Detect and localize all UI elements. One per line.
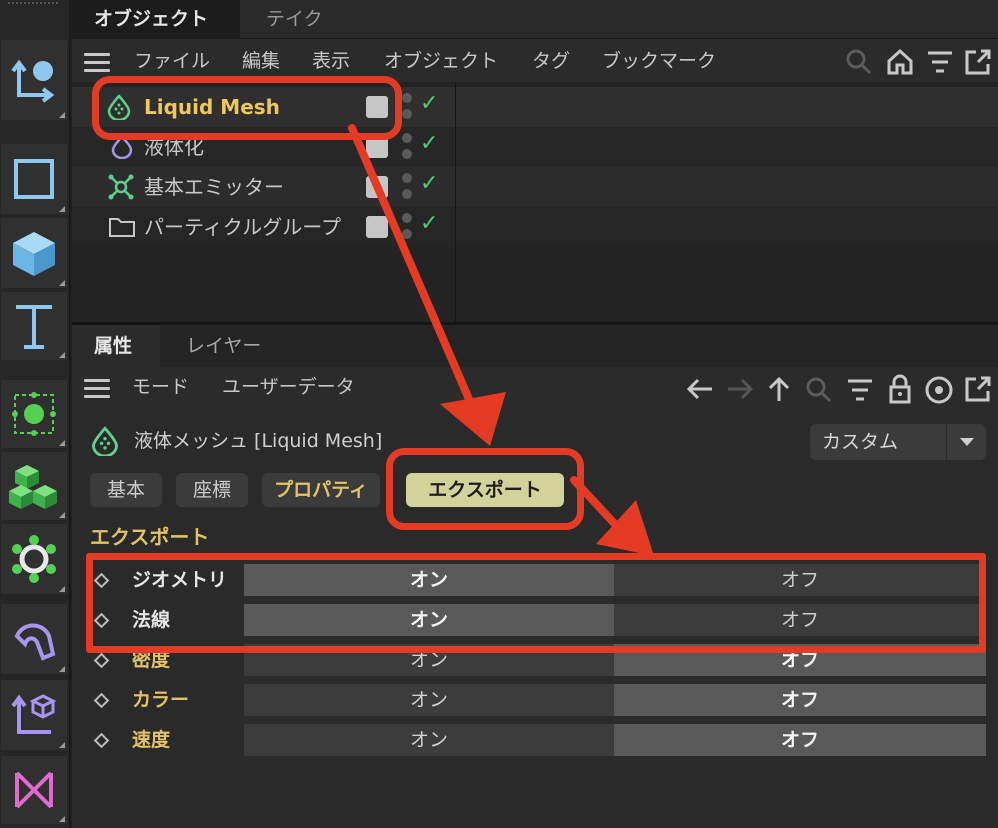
search-icon[interactable] <box>846 49 872 75</box>
on-button[interactable]: オン <box>244 724 614 756</box>
tab-coordinates[interactable]: 座標 <box>176 473 248 507</box>
toolbar-grip[interactable] <box>8 2 58 6</box>
search-icon[interactable] <box>806 377 832 403</box>
enabled-checkmark-icon[interactable]: ✓ <box>420 211 438 236</box>
layer-color-swatch[interactable] <box>366 216 388 238</box>
tree-item-label: 基本エミッター <box>144 175 284 199</box>
field-axis-icon <box>11 694 57 734</box>
preset-dropdown-value: カスタム <box>822 431 899 453</box>
keyframe-diamond-icon[interactable] <box>93 652 110 669</box>
editor-visibility-dot[interactable] <box>402 173 412 183</box>
deformer-button[interactable] <box>1 604 67 674</box>
render-visibility-dot[interactable] <box>402 109 412 119</box>
layer-color-swatch[interactable] <box>366 176 388 198</box>
emitter-icon <box>108 174 134 200</box>
home-icon[interactable] <box>886 48 914 76</box>
section-title: エクスポート <box>90 525 210 549</box>
menu-user-data[interactable]: ユーザーデータ <box>222 367 355 407</box>
row-label: カラー <box>132 689 190 711</box>
object-manager-tabs: オブジェクト テイク <box>72 0 998 38</box>
cloner-button[interactable] <box>1 452 67 520</box>
tab-objects[interactable]: オブジェクト <box>72 0 240 38</box>
tab-properties[interactable]: プロパティ <box>262 473 380 507</box>
text-button[interactable] <box>1 292 67 360</box>
export-row-velocity: 速度 オン オフ <box>72 720 998 760</box>
attribute-manager-menu: モード ユーザーデータ <box>72 367 998 411</box>
annotation-box-export-rows <box>86 553 986 653</box>
new-window-icon[interactable] <box>964 48 992 76</box>
menu-mode[interactable]: モード <box>132 367 189 407</box>
tree-item-particle-group[interactable]: パーティクルグループ ✓ <box>72 207 998 247</box>
left-toolbar <box>0 0 70 828</box>
folder-icon <box>109 218 135 237</box>
annotation-box-export-tab <box>386 448 584 530</box>
spline-rectangle-button[interactable] <box>1 144 67 214</box>
tab-attributes[interactable]: 属性 <box>72 325 160 367</box>
editor-visibility-dot[interactable] <box>402 93 412 103</box>
column-divider[interactable] <box>455 82 456 322</box>
keyframe-diamond-icon[interactable] <box>93 732 110 749</box>
tab-takes[interactable]: テイク <box>244 0 345 38</box>
text-t-icon <box>16 305 52 349</box>
cloner-icon <box>9 465 57 509</box>
off-button[interactable]: オフ <box>614 724 986 756</box>
on-button[interactable]: オン <box>244 684 614 716</box>
keyframe-diamond-icon[interactable] <box>93 692 110 709</box>
enabled-checkmark-icon[interactable]: ✓ <box>420 91 438 116</box>
menu-object[interactable]: オブジェクト <box>384 39 498 83</box>
enabled-checkmark-icon[interactable]: ✓ <box>420 131 438 156</box>
generator-button[interactable] <box>1 380 67 448</box>
enabled-checkmark-icon[interactable]: ✓ <box>420 171 438 196</box>
object-title: 液体メッシュ [Liquid Mesh] <box>134 430 383 452</box>
generator-icon <box>12 392 56 436</box>
forward-arrow-icon[interactable] <box>726 377 754 401</box>
off-button[interactable]: オフ <box>614 684 986 716</box>
attribute-manager-tabs: 属性 レイヤー <box>72 325 998 367</box>
cinema4d-window: オブジェクト テイク ファイル 編集 表示 オブジェクト タグ ブックマーク L… <box>0 0 998 828</box>
chevron-down-icon <box>960 438 974 446</box>
rectangle-icon <box>14 159 54 199</box>
axis-icon <box>11 59 55 103</box>
annotation-box-liquid-mesh <box>92 76 402 140</box>
volume-button[interactable] <box>1 756 67 824</box>
back-arrow-icon[interactable] <box>686 377 714 401</box>
filter-icon[interactable] <box>926 50 954 74</box>
up-arrow-icon[interactable] <box>766 376 792 402</box>
render-visibility-dot[interactable] <box>402 189 412 199</box>
gear-icon <box>12 535 56 583</box>
filter-icon[interactable] <box>846 378 874 402</box>
liquid-mesh-icon <box>92 426 118 456</box>
volume-icon <box>15 771 53 809</box>
tab-basic[interactable]: 基本 <box>90 473 162 507</box>
render-visibility-dot[interactable] <box>402 149 412 159</box>
new-window-icon[interactable] <box>964 375 992 403</box>
dropdown-separator <box>946 424 947 460</box>
cube-button[interactable] <box>1 218 67 288</box>
cube-icon <box>13 232 55 276</box>
field-button[interactable] <box>1 680 67 750</box>
bend-deformer-icon <box>14 623 56 661</box>
tab-layers[interactable]: レイヤー <box>164 325 283 367</box>
coordinate-tool-button[interactable] <box>1 40 67 120</box>
tree-item-label: パーティクルグループ <box>144 215 341 239</box>
row-label: 速度 <box>132 729 171 751</box>
tree-item-emitter[interactable]: 基本エミッター ✓ <box>72 167 998 207</box>
menu-bookmark[interactable]: ブックマーク <box>602 39 716 83</box>
menu-tag[interactable]: タグ <box>532 39 570 83</box>
effector-button[interactable] <box>1 524 67 594</box>
target-icon[interactable] <box>924 375 954 405</box>
hamburger-menu-icon[interactable] <box>84 53 110 72</box>
render-visibility-dot[interactable] <box>402 229 412 239</box>
editor-visibility-dot[interactable] <box>402 213 412 223</box>
hamburger-menu-icon[interactable] <box>84 379 110 398</box>
lock-icon[interactable] <box>888 374 912 404</box>
editor-visibility-dot[interactable] <box>402 133 412 143</box>
export-row-color: カラー オン オフ <box>72 680 998 720</box>
preset-dropdown[interactable]: カスタム <box>810 424 986 460</box>
